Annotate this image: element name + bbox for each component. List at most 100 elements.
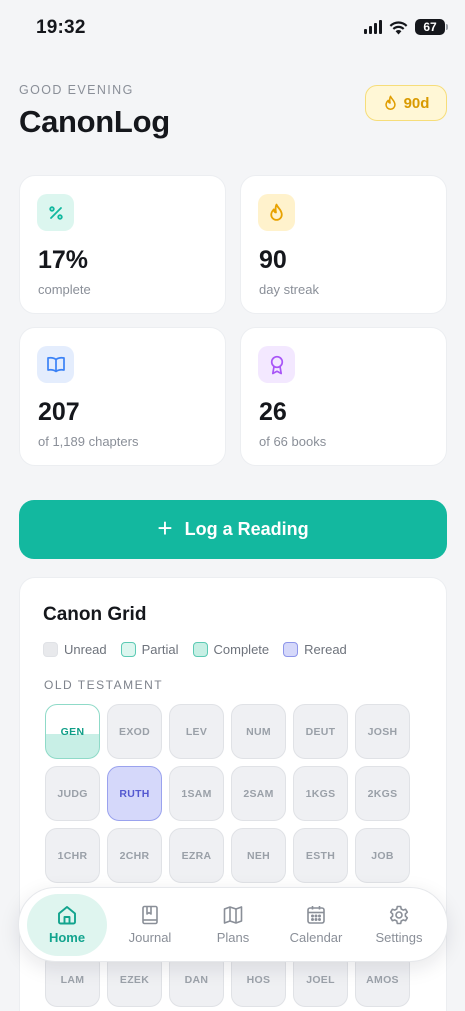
book-tile-label: LAM	[60, 973, 85, 986]
nav-label: Journal	[128, 930, 172, 945]
book-tile-label: 1KGS	[305, 787, 336, 800]
page-title: CanonLog	[19, 104, 170, 139]
book-tile[interactable]: 2CHR	[107, 828, 162, 883]
legend-swatch	[283, 642, 299, 657]
home-icon	[58, 906, 76, 925]
percent-icon	[37, 194, 74, 231]
book-tile-label: 1SAM	[181, 787, 212, 800]
legend-item-unread: Unread	[43, 642, 107, 657]
book-tile[interactable]: NUM	[231, 704, 286, 759]
nav-label: Home	[48, 930, 86, 945]
book-tile-label: DAN	[184, 973, 209, 986]
award-icon	[258, 346, 295, 383]
book-tile-label: 2KGS	[367, 787, 398, 800]
status-icons: 67	[364, 19, 448, 35]
log-reading-label: Log a Reading	[184, 519, 309, 539]
book-tile[interactable]: JUDG	[45, 766, 100, 821]
book-tile[interactable]: RUTH	[107, 766, 162, 821]
book-tile-label: JOEL	[306, 973, 335, 986]
stat-label: complete	[38, 282, 91, 297]
book-tile-label: HOS	[246, 973, 271, 986]
book-tile[interactable]: EZRA	[169, 828, 224, 883]
stat-label: of 1,189 chapters	[38, 434, 139, 449]
stat-card-books: 26 of 66 books	[240, 327, 447, 466]
battery-icon: 67	[415, 19, 448, 35]
book-tile[interactable]: LEV	[169, 704, 224, 759]
book-tile-label: NUM	[246, 725, 271, 738]
book-tile[interactable]: GEN	[45, 704, 100, 759]
stat-label: of 66 books	[259, 434, 327, 449]
log-reading-button[interactable]: + Log a Reading	[19, 500, 447, 559]
legend-label: Partial	[141, 642, 179, 657]
nav-item-settings[interactable]: Settings	[359, 894, 439, 956]
nav-item-home[interactable]: Home	[27, 893, 107, 956]
stat-value: 26	[259, 398, 287, 426]
book-tile[interactable]: DEUT	[293, 704, 348, 759]
signal-icon	[364, 20, 382, 34]
book-tile[interactable]: 1SAM	[169, 766, 224, 821]
wifi-icon	[389, 20, 408, 34]
legend-item-complete: Complete	[192, 642, 270, 657]
legend-swatch	[120, 642, 136, 657]
legend-label: Reread	[304, 642, 347, 657]
book-tile-label: JUDG	[57, 787, 88, 800]
nav-label: Plans	[216, 930, 250, 945]
book-tile[interactable]: JOSH	[355, 704, 410, 759]
greeting: GOOD EVENING	[19, 83, 134, 97]
flame-icon	[384, 95, 396, 110]
stat-card-streak: 90 day streak	[240, 175, 447, 314]
book-tile-label: ESTH	[305, 849, 336, 862]
book-tile-label: LEV	[185, 725, 208, 738]
gear-icon	[389, 905, 409, 925]
book-tile-label: JOSH	[367, 725, 398, 738]
nav-item-calendar[interactable]: Calendar	[276, 894, 356, 956]
legend-swatch	[43, 642, 58, 657]
book-tile-label: JOB	[371, 849, 394, 862]
legend-item-reread: Reread	[283, 642, 347, 657]
book-tile[interactable]: NEH	[231, 828, 286, 883]
bottom-nav: Home Journal Plans Calendar Settings	[18, 887, 448, 962]
book-tile[interactable]: ESTH	[293, 828, 348, 883]
book-tile-label: EZRA	[181, 849, 212, 862]
nav-label: Settings	[375, 930, 423, 945]
stat-value: 17%	[38, 246, 89, 274]
stat-value: 207	[38, 398, 80, 426]
plus-icon: +	[157, 513, 173, 543]
legend-label: Complete	[213, 642, 270, 657]
nav-label: Calendar	[289, 930, 343, 945]
book-tile-label: DEUT	[305, 725, 336, 738]
streak-badge-label: 90d	[403, 94, 430, 112]
book-tile-label: 1CHR	[57, 849, 88, 862]
section-label-old-testament: OLD TESTAMENT	[44, 678, 164, 692]
book-tile-label: EXOD	[119, 725, 150, 738]
stat-label: day streak	[259, 282, 319, 297]
book-tile[interactable]: 2KGS	[355, 766, 410, 821]
book-tile[interactable]: 1KGS	[293, 766, 348, 821]
book-tile-label: AMOS	[366, 973, 399, 986]
nav-item-plans[interactable]: Plans	[193, 894, 273, 956]
nav-item-journal[interactable]: Journal	[110, 894, 190, 956]
book-tile[interactable]: JOB	[355, 828, 410, 883]
book-tile[interactable]: 2SAM	[231, 766, 286, 821]
journal-icon	[142, 905, 158, 925]
streak-badge[interactable]: 90d	[365, 85, 447, 121]
book-tile[interactable]: 1CHR	[45, 828, 100, 883]
stat-value: 90	[259, 246, 287, 274]
status-bar: 19:32 67	[0, 0, 465, 56]
book-tile-label: EZEK	[119, 973, 150, 986]
book-tile[interactable]: EXOD	[107, 704, 162, 759]
calendar-icon	[307, 906, 325, 924]
book-tile-label: 2SAM	[243, 787, 274, 800]
stat-card-complete: 17% complete	[19, 175, 226, 314]
map-icon	[223, 906, 243, 924]
book-tile-label: GEN	[60, 725, 85, 738]
canon-grid-legend: Unread Partial Complete Reread	[43, 642, 347, 657]
legend-item-partial: Partial	[120, 642, 179, 657]
legend-swatch	[192, 642, 208, 657]
status-time: 19:32	[36, 17, 86, 38]
book-icon	[37, 346, 74, 383]
book-tile-label: 2CHR	[119, 849, 150, 862]
book-tile-label: RUTH	[119, 787, 150, 800]
book-tile-label: NEH	[246, 849, 271, 862]
legend-label: Unread	[64, 642, 107, 657]
